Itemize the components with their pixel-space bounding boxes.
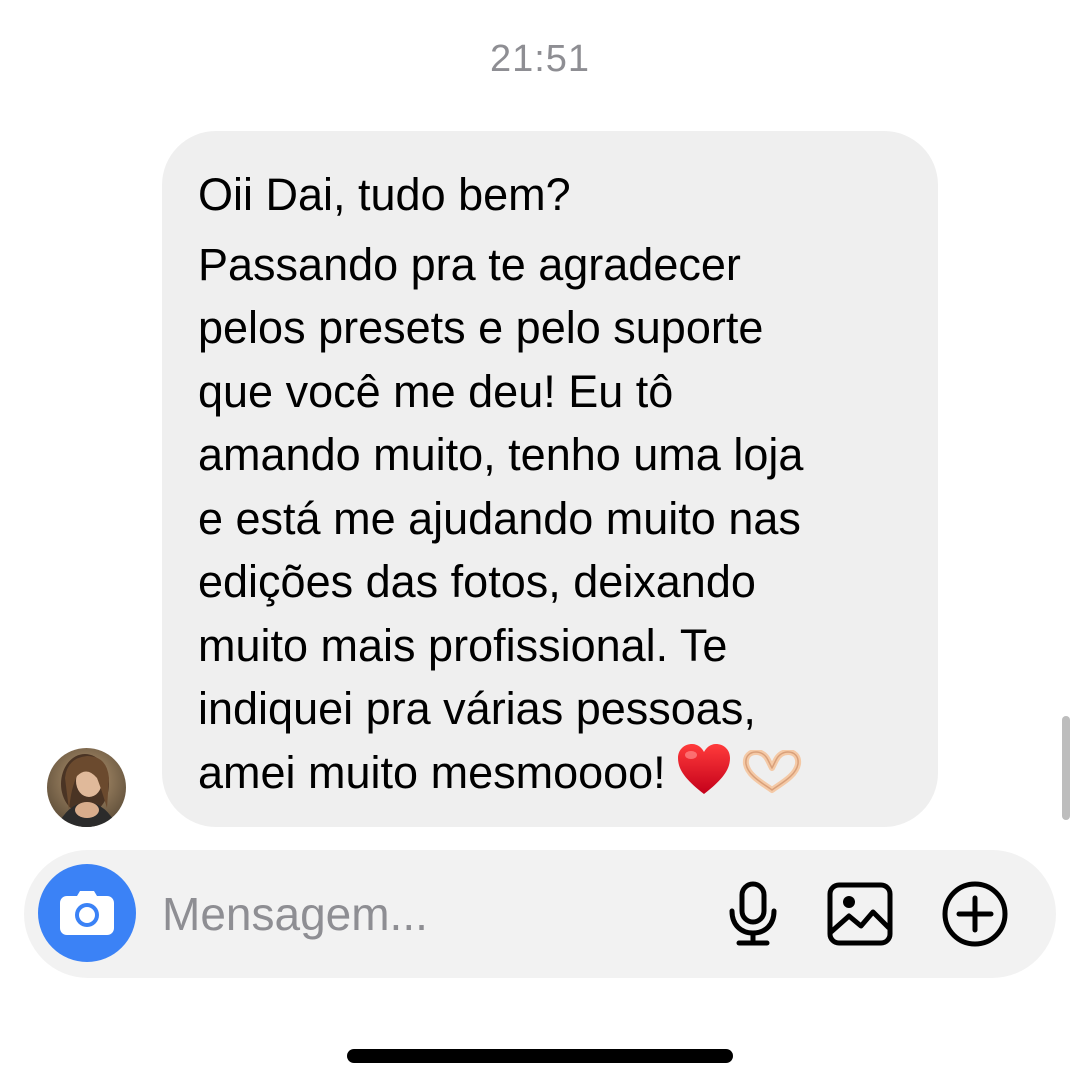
message-line-text: amei muito mesmoooo! [198,746,666,798]
gallery-icon [827,882,893,946]
sender-avatar[interactable] [47,748,126,827]
camera-button[interactable] [38,864,136,962]
message-bubble[interactable]: Oii Dai, tudo bem? Passando pra te agrad… [162,131,938,827]
message-line: Passando pra te agradecer [198,238,741,290]
gallery-button[interactable] [825,880,895,948]
message-line-last: amei muito mesmoooo! [198,741,908,813]
message-line: pelos presets e pelo suporte [198,302,764,353]
message-line: e está me ajudando muito nas [198,492,801,544]
message-line: que você me deu! Eu tô [198,365,674,417]
message-timestamp: 21:51 [489,38,591,80]
message-input[interactable] [162,886,682,942]
microphone-button[interactable] [720,880,786,948]
message-line: indiquei pra várias pessoas, [198,683,756,734]
heart-emoji [676,742,732,813]
microphone-icon [729,881,777,946]
avatar-image [47,748,126,827]
add-button[interactable] [938,880,1012,948]
message-line: amando muito, tenho uma loja [198,429,804,480]
scrollbar[interactable] [1062,716,1070,820]
message-line: edições das fotos, deixando [198,556,756,607]
camera-icon [60,891,114,935]
message-line: muito mais profissional. Te [198,619,728,671]
message-line: Oii Dai, tudo bem? [198,169,571,220]
heart-hands-emoji [742,747,802,811]
message-composer [24,850,1056,978]
home-indicator [347,1049,733,1063]
plus-circle-icon [942,881,1008,947]
